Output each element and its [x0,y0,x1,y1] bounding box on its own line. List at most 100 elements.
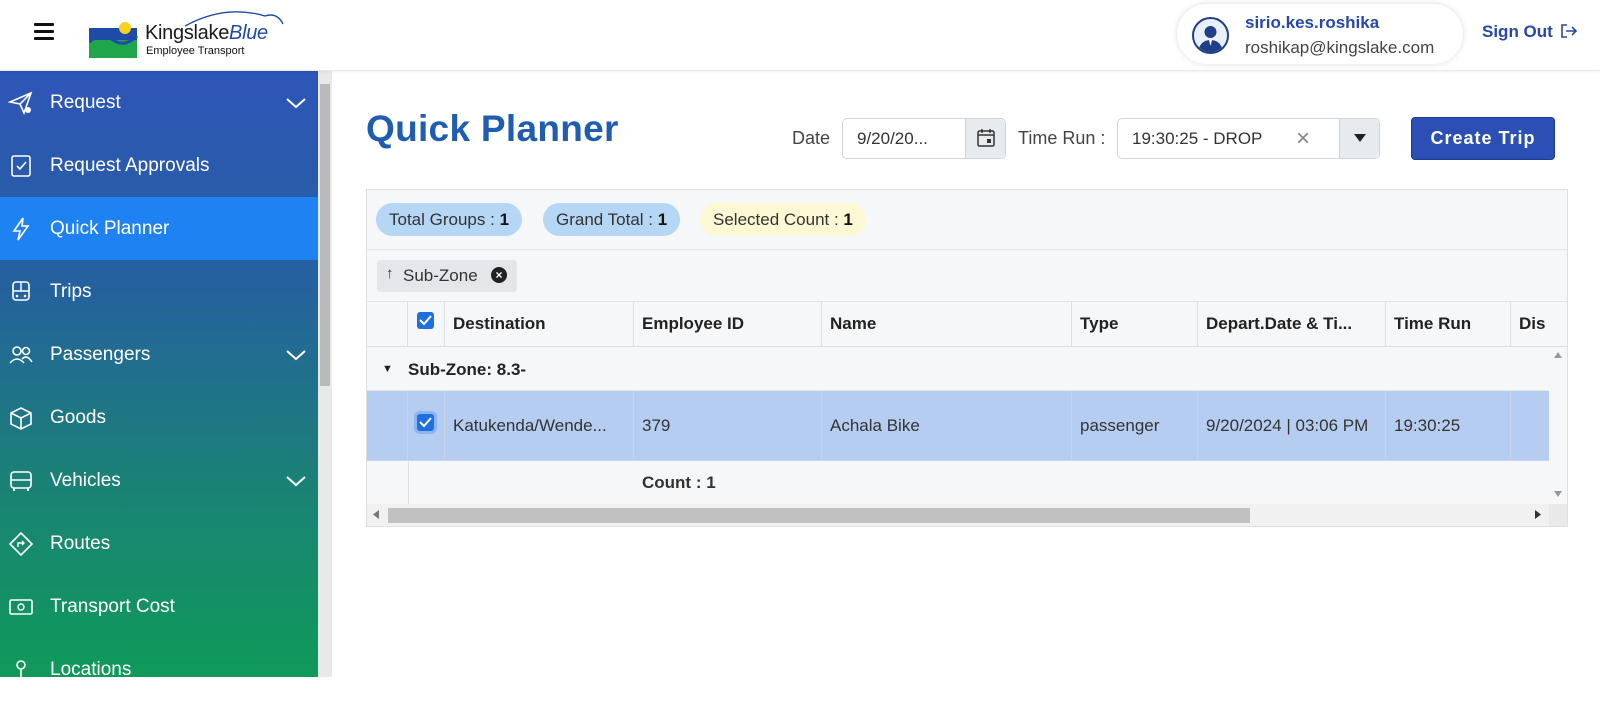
sidebar-item-label: Trips [50,281,92,302]
column-header-destination[interactable]: Destination [445,302,634,346]
sidebar: Request Request Approvals Quick Planner … [0,71,318,680]
group-count: Count : 1 [642,473,716,492]
scroll-up-icon[interactable] [1554,352,1562,358]
column-header-depart-datetime[interactable]: Depart.Date & Ti... [1198,302,1386,346]
group-row[interactable]: ▼ Sub-Zone: 8.3- [367,347,1549,391]
sidebar-item-label: Request Approvals [50,155,210,176]
send-icon [8,91,33,116]
sidebar-item-label: Quick Planner [50,218,170,239]
table-row[interactable]: Katukenda/Wende... 379 Achala Bike passe… [367,391,1549,461]
chevron-down-icon[interactable] [286,349,306,361]
date-picker[interactable]: 9/20/20... [842,118,1006,159]
table-body: ▼ Sub-Zone: 8.3- Katukenda/Wende... 379 … [367,347,1549,504]
horizontal-scrollbar[interactable] [367,504,1549,526]
remove-group-icon[interactable]: × [491,267,507,283]
row-checkbox[interactable] [417,414,434,431]
group-footer-row: Count : 1 [367,461,1549,504]
sidebar-item-label: Request [50,92,121,113]
sidebar-scrollbar-thumb[interactable] [320,84,330,386]
chevron-down-icon[interactable] [286,475,306,487]
people-icon [9,346,33,364]
cell-time-run: 19:30:25 [1386,391,1511,461]
sidebar-item-quick-planner[interactable]: Quick Planner [0,197,318,260]
sidebar-item-locations[interactable]: Locations [0,638,318,701]
sort-ascending-icon[interactable]: ↑ [386,265,394,282]
sidebar-item-label: Vehicles [50,470,121,491]
cell-name: Achala Bike [822,391,1072,461]
user-profile-pill[interactable]: sirio.kes.roshika roshikap@kingslake.com [1176,3,1464,65]
time-run-label: Time Run : [1018,128,1106,148]
scroll-right-icon[interactable] [1535,510,1541,519]
time-run-select[interactable]: 19:30:25 - DROP × [1117,118,1380,159]
sidebar-item-goods[interactable]: Goods [0,386,318,449]
sign-out-icon [1560,24,1577,38]
clear-icon[interactable]: × [1296,125,1310,153]
logo-mark-icon [89,22,139,58]
sidebar-item-routes[interactable]: Routes [0,512,318,575]
sidebar-item-label: Routes [50,533,111,554]
planner-grid: Total Groups : 1 Grand Total : 1 Selecte… [366,189,1568,527]
sidebar-item-request[interactable]: Request [0,71,318,134]
group-row-label: Sub-Zone: 8.3- [408,360,527,379]
column-header-employee-id[interactable]: Employee ID [634,302,822,346]
cell-employee-id: 379 [634,391,822,461]
app-logo[interactable]: KingslakeBlue Employee Transport [89,11,289,60]
create-trip-button[interactable]: Create Trip [1411,117,1555,160]
hamburger-menu-icon[interactable] [34,23,54,41]
cell-destination: Katukenda/Wende... [445,391,634,461]
dropdown-button[interactable] [1339,119,1379,158]
route-sign-icon [8,531,34,557]
scrollbar-corner [1549,504,1567,526]
user-email: roshikap@kingslake.com [1245,38,1435,57]
scroll-down-icon[interactable] [1554,491,1562,497]
cell-type: passenger [1072,391,1198,461]
calendar-button[interactable] [965,119,1005,158]
table-header: Destination Employee ID Name Type Depart… [367,302,1567,347]
sidebar-item-vehicles[interactable]: Vehicles [0,449,318,512]
vertical-scrollbar[interactable] [1549,347,1567,504]
scroll-left-icon[interactable] [373,510,379,519]
cell-distance [1511,391,1549,461]
sidebar-item-label: Locations [50,659,132,680]
chevron-down-icon[interactable] [286,97,306,109]
sidebar-item-label: Transport Cost [50,596,175,617]
logo-subtitle: Employee Transport [146,45,245,57]
group-chip-sub-zone[interactable]: ↑ Sub-Zone × [377,260,517,292]
cell-depart-datetime: 9/20/2024 | 03:06 PM [1198,391,1386,461]
avatar [1192,17,1229,54]
row-select-cell[interactable] [408,391,445,461]
sidebar-item-trips[interactable]: Trips [0,260,318,323]
sidebar-item-passengers[interactable]: Passengers [0,323,318,386]
sidebar-item-label: Goods [50,407,106,428]
select-all-checkbox[interactable] [417,312,434,329]
sign-out-link[interactable]: Sign Out [1482,22,1578,42]
row-spacer-cell [367,391,408,461]
column-header-distance[interactable]: Dis [1511,302,1567,346]
total-groups-badge: Total Groups : 1 [376,203,523,236]
summary-bar: Total Groups : 1 Grand Total : 1 Selecte… [367,190,1567,250]
column-header-time-run[interactable]: Time Run [1386,302,1511,346]
bus-icon [10,471,32,491]
column-header-name[interactable]: Name [822,302,1072,346]
date-value: 9/20/20... [857,129,928,148]
cash-icon [9,599,33,615]
location-icon [14,660,28,680]
expand-column-header [367,302,408,346]
checkmark-icon [419,315,432,326]
sidebar-item-request-approvals[interactable]: Request Approvals [0,134,318,197]
group-chip-label: Sub-Zone [403,266,478,285]
checkmark-icon [419,417,432,428]
grand-total-badge: Grand Total : 1 [543,203,681,236]
select-all-header[interactable] [408,302,445,346]
sidebar-item-transport-cost[interactable]: Transport Cost [0,575,318,638]
bus-front-icon [12,281,30,301]
time-run-value: 19:30:25 - DROP [1132,129,1263,148]
column-header-type[interactable]: Type [1072,302,1198,346]
horizontal-scrollbar-thumb[interactable] [388,508,1250,523]
approval-icon [11,155,31,177]
page-title: Quick Planner [366,108,619,149]
collapse-triangle-icon[interactable]: ▼ [382,363,393,375]
sidebar-scrollbar[interactable] [318,71,332,677]
user-avatar-icon [1198,26,1223,52]
box-icon [10,407,32,430]
